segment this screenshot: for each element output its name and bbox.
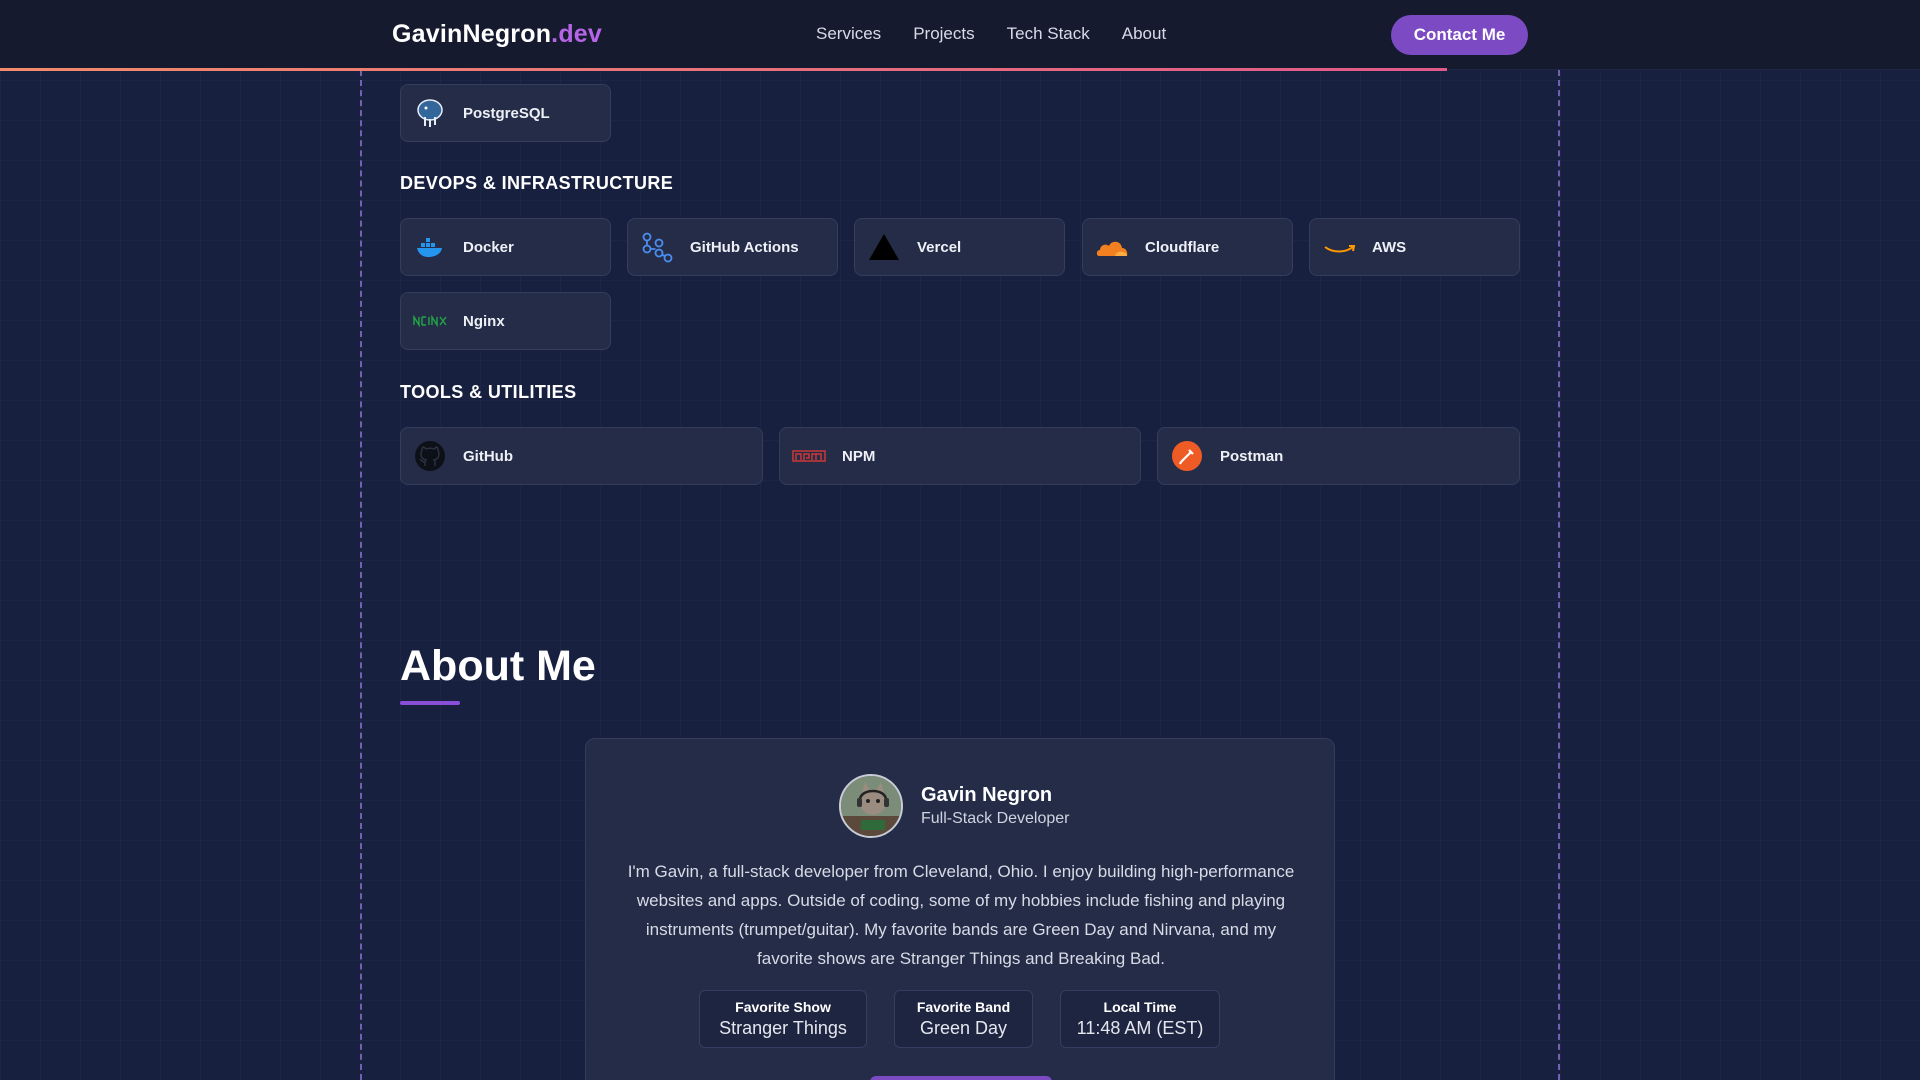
aws-icon: [1322, 230, 1356, 264]
tech-card-postgresql[interactable]: PostgreSQL: [400, 84, 611, 142]
docker-icon: [413, 230, 447, 264]
about-section-title: About Me: [400, 642, 596, 690]
bio-text: I'm Gavin, a full-stack developer from C…: [627, 862, 1295, 968]
nav-services[interactable]: Services: [816, 24, 881, 44]
npm-icon: [792, 439, 826, 473]
tech-card-label: AWS: [1372, 238, 1407, 256]
vercel-icon: [867, 230, 901, 264]
stat-label: Favorite Band: [916, 999, 1011, 1015]
tech-card-label: NPM: [842, 447, 876, 465]
stat-label: Favorite Show: [735, 999, 831, 1015]
logo-main: GavinNegron: [392, 20, 552, 48]
right-dashed-guide: [1558, 70, 1560, 1080]
tech-card-label: GitHub: [463, 447, 513, 465]
person-role: Full-Stack Developer: [921, 810, 1070, 827]
nginx-icon: [413, 304, 447, 338]
stat-value: Green Day: [919, 1018, 1008, 1038]
about-card: Gavin Negron Full-Stack Developer I'm Ga…: [585, 738, 1335, 1080]
main-nav: Services Projects Tech Stack About: [816, 24, 1166, 44]
stat-label: Local Time: [1103, 999, 1177, 1015]
cloudflare-icon: [1095, 230, 1129, 264]
scroll-progress-bar: [0, 68, 1447, 71]
top-navbar: GavinNegron.dev Services Projects Tech S…: [0, 0, 1920, 70]
tech-card-aws[interactable]: AWS: [1309, 218, 1520, 276]
tech-card-label: Vercel: [917, 238, 962, 256]
tools-section-title: TOOLS & UTILITIES: [400, 382, 577, 402]
tech-card-postman[interactable]: Postman: [1157, 427, 1520, 485]
stat-favorite-band: Favorite Band Green Day: [894, 990, 1033, 1048]
avatar: [839, 774, 903, 838]
tech-card-label: GitHub Actions: [690, 238, 799, 256]
left-dashed-guide: [360, 70, 362, 1080]
stat-favorite-show: Favorite Show Stranger Things: [699, 990, 867, 1048]
postgresql-icon: [413, 96, 447, 130]
logo-accent: .dev: [551, 20, 602, 48]
tech-card-cloudflare[interactable]: Cloudflare: [1082, 218, 1293, 276]
person-name: Gavin Negron: [921, 784, 1053, 806]
tech-card-label: PostgreSQL: [463, 104, 550, 122]
tech-card-github[interactable]: GitHub: [400, 427, 763, 485]
about-action-button[interactable]: [870, 1076, 1052, 1080]
nav-tech-stack[interactable]: Tech Stack: [1007, 24, 1090, 44]
stat-value: 11:48 AM (EST): [1076, 1018, 1204, 1038]
contact-me-button[interactable]: Contact Me: [1391, 15, 1528, 55]
tech-card-vercel[interactable]: Vercel: [854, 218, 1065, 276]
stat-value: Stranger Things: [719, 1018, 847, 1038]
tech-card-label: Postman: [1220, 447, 1284, 465]
tech-card-docker[interactable]: Docker: [400, 218, 611, 276]
nav-projects[interactable]: Projects: [913, 24, 974, 44]
github-actions-icon: [640, 230, 674, 264]
tech-card-label: Docker: [463, 238, 514, 256]
devops-section-title: DEVOPS & INFRASTRUCTURE: [400, 173, 674, 193]
postman-icon: [1170, 439, 1204, 473]
tech-card-label: Nginx: [463, 312, 505, 330]
github-icon: [413, 439, 447, 473]
tech-card-label: Cloudflare: [1145, 238, 1220, 256]
tech-card-npm[interactable]: NPM: [779, 427, 1141, 485]
about-title-underline: [400, 701, 460, 705]
tech-card-nginx[interactable]: Nginx: [400, 292, 611, 350]
nav-about[interactable]: About: [1122, 24, 1166, 44]
stat-local-time: Local Time 11:48 AM (EST): [1060, 990, 1220, 1048]
tech-card-github-actions[interactable]: GitHub Actions: [627, 218, 838, 276]
site-logo[interactable]: GavinNegron.dev: [392, 20, 602, 49]
